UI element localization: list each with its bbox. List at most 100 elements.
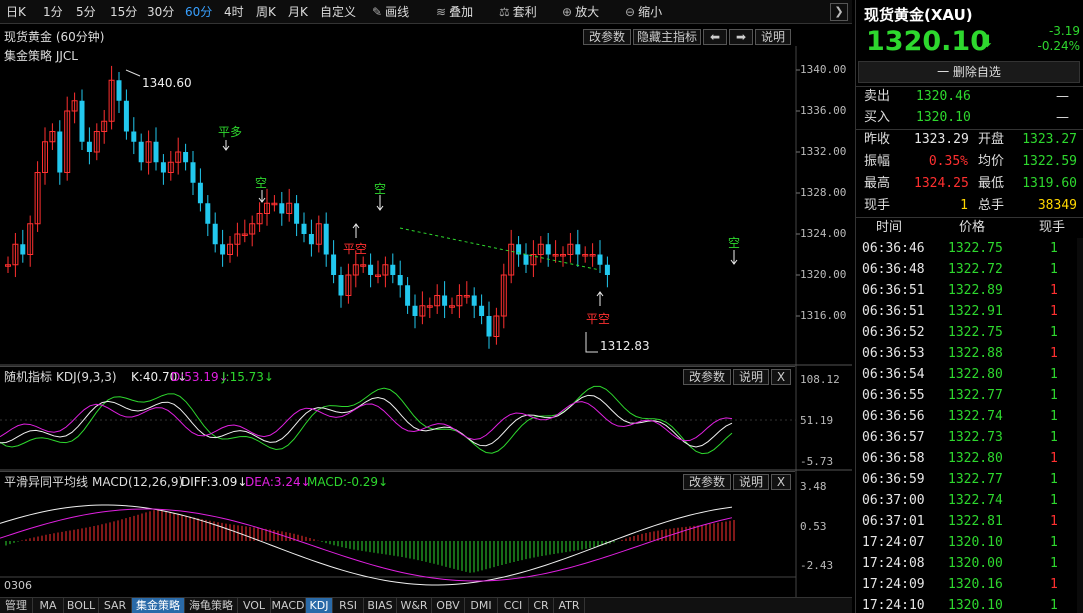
indicator-tab[interactable]: 集金策略 xyxy=(132,598,185,613)
tick-row: 06:36:46 1322.75 1 xyxy=(856,238,1083,260)
indicator-tab[interactable]: OBV xyxy=(432,598,465,613)
period-1min[interactable]: 1分 xyxy=(43,0,63,24)
close-icon[interactable]: X xyxy=(771,474,791,490)
indicator-tab[interactable]: CR xyxy=(529,598,554,613)
kdj-params: KDJ(9,3,3) xyxy=(56,370,117,384)
macd-change-params-button[interactable]: 改参数 xyxy=(683,474,731,490)
kdj-panel-header: 随机指标 KDJ(9,3,3) K:40.70↓ D:53.19↓ J:15.7… xyxy=(0,366,795,385)
kdj-change-params-button[interactable]: 改参数 xyxy=(683,369,731,385)
macd-axis-label: 0.53 xyxy=(800,520,827,533)
signal-label: 平空 xyxy=(343,242,368,256)
indicator-tab[interactable]: CCI xyxy=(498,598,529,613)
period-15min[interactable]: 15分 xyxy=(110,0,137,24)
indicator-tab[interactable]: ATR xyxy=(554,598,585,613)
indicator-tab[interactable]: MA xyxy=(33,598,64,613)
candle-body xyxy=(86,141,92,152)
remove-watchlist-button[interactable]: 一 删除自选 xyxy=(858,61,1080,83)
tick-price: 1322.73 xyxy=(948,430,1003,445)
low-price-label: 1312.83 xyxy=(600,339,650,353)
stat-cell: 最低 xyxy=(978,176,1005,191)
price-change: -3.19 xyxy=(1048,24,1080,38)
candle-body xyxy=(323,223,329,255)
period-month[interactable]: 月K xyxy=(288,0,308,24)
tick-row: 06:36:54 1322.80 1 xyxy=(856,364,1083,386)
arbitrage-button[interactable]: ⚖ 套利 xyxy=(499,0,537,24)
price-axis-label: 1320.00 xyxy=(800,268,847,281)
period-week[interactable]: 周K xyxy=(256,0,276,24)
stat-cell: 最高 xyxy=(864,176,891,191)
macd-name: 平滑异同平均线 xyxy=(4,475,89,489)
indicator-tab[interactable]: DMI xyxy=(465,598,498,613)
tick-price: 1322.81 xyxy=(948,514,1003,529)
macd-axis-label: -2.43 xyxy=(800,559,834,572)
kdj-axis-label: -5.73 xyxy=(800,455,834,468)
indicator-tab[interactable]: 管理 xyxy=(0,598,33,613)
stat-cell: 现手 xyxy=(864,198,891,213)
macd-help-button[interactable]: 说明 xyxy=(733,474,769,490)
tick-time: 06:36:51 xyxy=(862,304,925,319)
tick-row: 17:24:09 1320.16 1 xyxy=(856,574,1083,596)
low-pointer xyxy=(585,332,598,353)
stat-cell: 1319.60 xyxy=(1022,176,1077,191)
stat-cell: 1322.59 xyxy=(1022,154,1077,169)
ask-row: 卖出 1320.46 — xyxy=(856,86,1083,108)
zoom-in-button[interactable]: ⊕ 放大 xyxy=(562,0,599,24)
scrollbar[interactable] xyxy=(1077,238,1083,613)
candle-body xyxy=(523,254,529,265)
period-4h[interactable]: 4时 xyxy=(224,0,244,24)
stat-row: 最高 1324.25 最低 1319.60 xyxy=(856,173,1083,195)
price-axis-label: 1336.00 xyxy=(800,104,847,117)
price-axis-label: 1340.00 xyxy=(800,63,847,76)
tick-price: 1322.77 xyxy=(948,388,1003,403)
chart-area[interactable] xyxy=(0,24,852,597)
macd-diff-value: DIFF:3.09↓ xyxy=(181,475,248,489)
candle-body xyxy=(442,295,448,306)
period-5min[interactable]: 5分 xyxy=(76,0,96,24)
tick-row: 06:36:55 1322.77 1 xyxy=(856,385,1083,407)
candle-body xyxy=(338,275,344,296)
candle-body xyxy=(471,295,477,306)
chevron-right-icon[interactable]: ❯ xyxy=(830,3,848,21)
tick-price: 1322.75 xyxy=(948,241,1003,256)
indicator-tab[interactable]: SAR xyxy=(99,598,132,613)
tick-row: 17:24:07 1320.10 1 xyxy=(856,532,1083,554)
candle-body xyxy=(220,244,226,255)
overlay-button[interactable]: ≋ 叠加 xyxy=(436,0,473,24)
indicator-tab[interactable]: KDJ xyxy=(306,598,333,613)
indicator-tab[interactable]: RSI xyxy=(333,598,364,613)
candle-body xyxy=(212,223,218,245)
period-60min[interactable]: 60分 xyxy=(185,0,212,24)
indicator-tab[interactable]: MACD xyxy=(271,598,306,613)
tick-time: 17:24:10 xyxy=(862,598,925,613)
tick-row: 06:37:01 1322.81 1 xyxy=(856,511,1083,533)
tick-volume: 1 xyxy=(1050,304,1058,319)
zoom-out-button[interactable]: ⊖ 缩小 xyxy=(625,0,662,24)
period-day[interactable]: 日K xyxy=(6,0,26,24)
zoom-in-icon: ⊕ xyxy=(562,5,573,19)
period-30min[interactable]: 30分 xyxy=(147,0,174,24)
candle-body xyxy=(479,305,485,316)
stat-cell: 1323.27 xyxy=(1022,132,1077,147)
layers-icon: ≋ xyxy=(436,5,447,19)
tick-volume: 1 xyxy=(1050,472,1058,487)
tick-row: 17:24:08 1320.00 1 xyxy=(856,553,1083,575)
tick-time: 06:37:00 xyxy=(862,493,925,508)
indicator-tab[interactable]: 海龟策略 xyxy=(185,598,238,613)
tick-volume: 1 xyxy=(1050,451,1058,466)
period-custom[interactable]: 自定义 xyxy=(320,0,356,24)
draw-line-button[interactable]: ✎ 画线 xyxy=(372,0,409,24)
kdj-help-button[interactable]: 说明 xyxy=(733,369,769,385)
close-icon[interactable]: X xyxy=(771,369,791,385)
indicator-tab[interactable]: W&R xyxy=(397,598,432,613)
candle-body xyxy=(160,162,166,173)
indicator-tab[interactable]: BIAS xyxy=(364,598,397,613)
ticks-header: 时间 价格 现手 xyxy=(876,220,1066,235)
indicator-tab[interactable]: BOLL xyxy=(64,598,99,613)
tick-time: 06:36:52 xyxy=(862,325,925,340)
tick-volume: 1 xyxy=(1050,409,1058,424)
signal-label: 空 xyxy=(374,182,387,196)
tick-volume: 1 xyxy=(1050,262,1058,277)
candle-body xyxy=(405,285,411,306)
candle-body xyxy=(390,264,396,275)
indicator-tab[interactable]: VOL xyxy=(238,598,271,613)
